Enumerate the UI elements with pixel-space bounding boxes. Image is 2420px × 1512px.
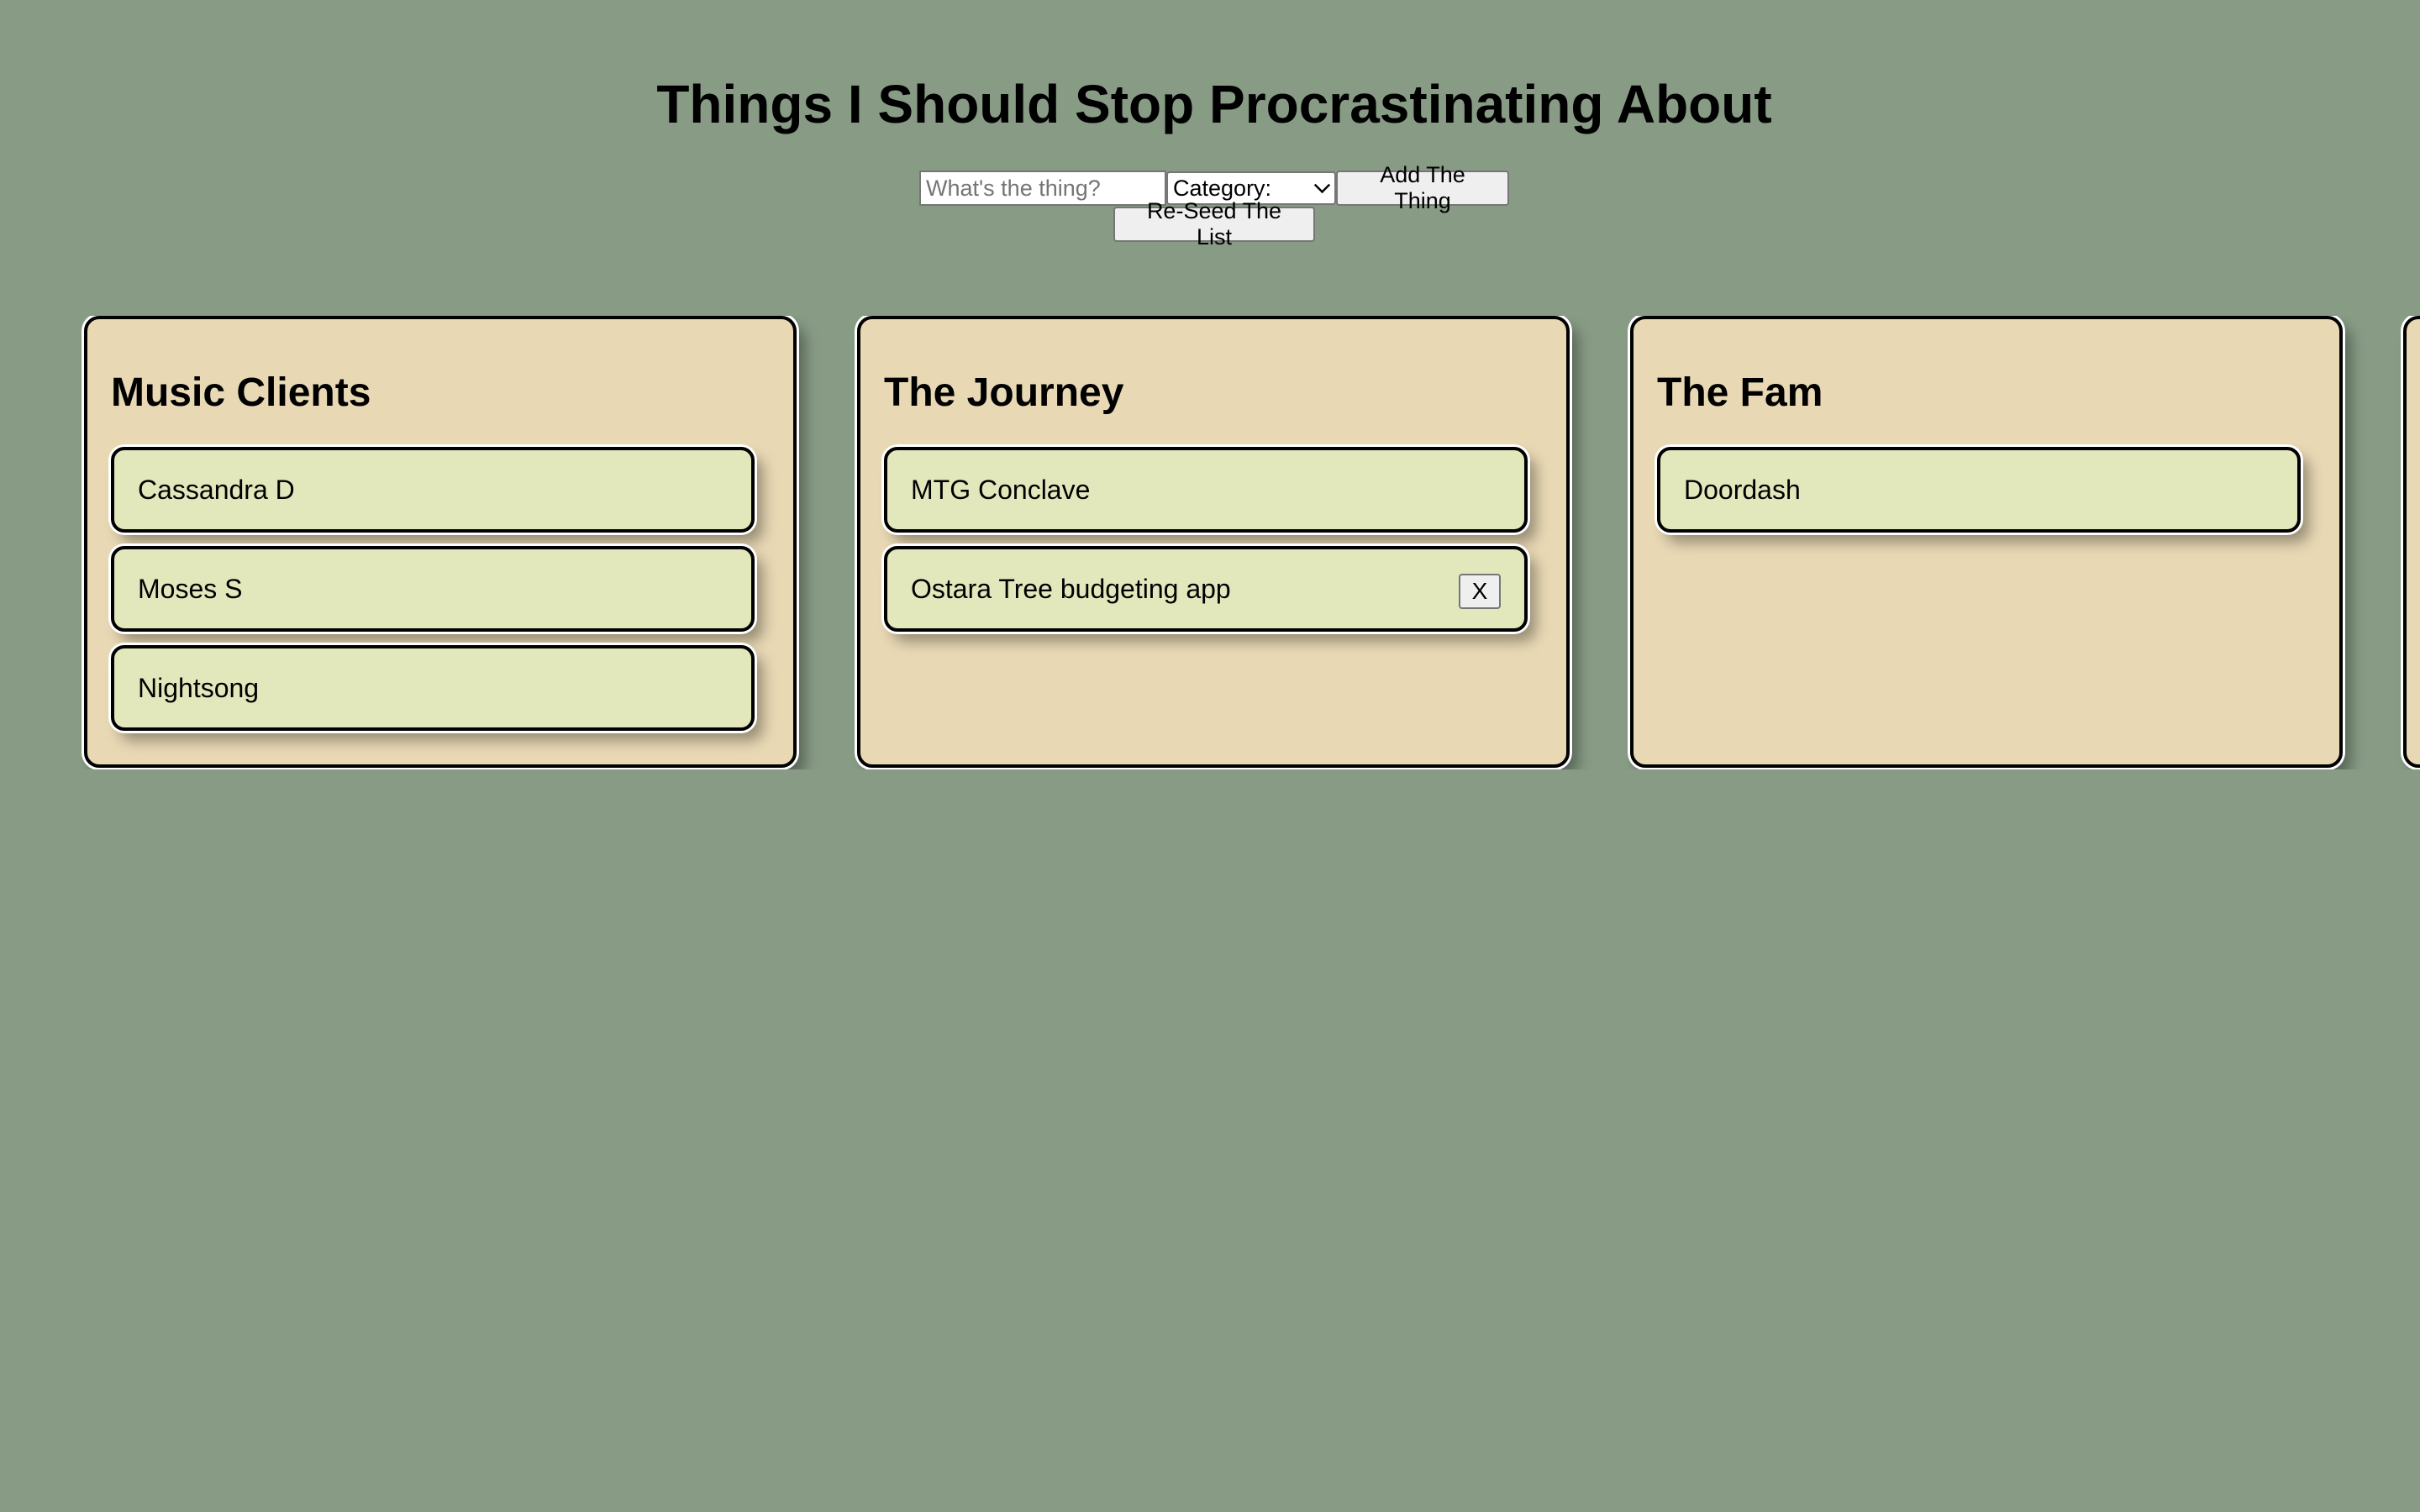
page-title: Things I Should Stop Procrastinating Abo… (656, 74, 1772, 134)
column-the-fam: The Fam Doordash (1630, 316, 2343, 768)
category-columns: Music Clients Cassandra D Moses S Nights… (81, 316, 2420, 769)
column-title: Music Clients (111, 370, 371, 415)
list-item-label: Moses S (138, 573, 243, 604)
category-select-value: Category: (1173, 175, 1272, 201)
list-item-label: MTG Conclave (911, 474, 1091, 505)
delete-item-button[interactable]: X (1459, 574, 1501, 609)
reseed-list-button[interactable]: Re-Seed The List (1113, 198, 1315, 249)
list-item-label: Cassandra D (138, 474, 295, 505)
list-item[interactable]: Moses S (111, 546, 755, 632)
list-item[interactable]: MTG Conclave (884, 447, 1528, 533)
list-item-label: Nightsong (138, 672, 260, 703)
list-item-label: Ostara Tree budgeting app (911, 573, 1231, 604)
column-title: The Journey (884, 370, 1124, 415)
column-music-clients: Music Clients Cassandra D Moses S Nights… (84, 316, 797, 768)
list-item[interactable]: Cassandra D (111, 447, 755, 533)
chevron-down-icon (1313, 176, 1331, 194)
list-item[interactable]: Ostara Tree budgeting app X (884, 546, 1528, 632)
column-offscreen (2403, 316, 2420, 768)
add-thing-button[interactable]: Add The Thing (1336, 162, 1509, 213)
list-item[interactable]: Doordash (1657, 447, 2301, 533)
list-item[interactable]: Nightsong (111, 645, 755, 731)
column-title: The Fam (1657, 370, 1823, 415)
reseed-row: Re-Seed The List (0, 198, 2420, 249)
column-the-journey: The Journey MTG Conclave Ostara Tree bud… (857, 316, 1570, 768)
list-item-label: Doordash (1684, 474, 1801, 505)
